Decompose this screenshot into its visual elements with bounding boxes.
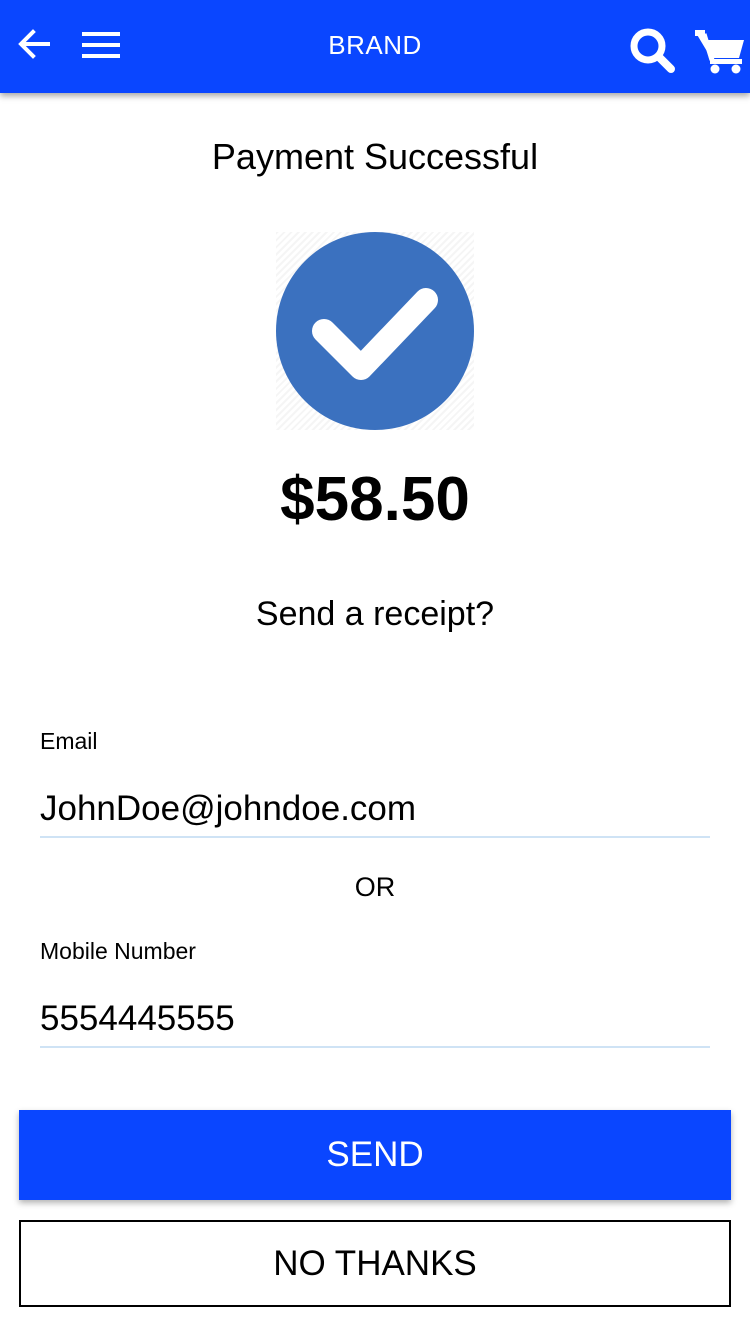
email-field[interactable] <box>40 782 710 838</box>
email-label: Email <box>40 728 98 754</box>
page-title: Payment Successful <box>211 136 539 177</box>
shopping-cart-icon[interactable] <box>694 26 746 74</box>
mobile-number-field[interactable] <box>40 992 710 1048</box>
send-button[interactable]: SEND <box>19 1110 731 1200</box>
payment-amount: $58.50 <box>280 465 470 534</box>
no-thanks-button[interactable]: NO THANKS <box>19 1220 731 1307</box>
receipt-prompt: Send a receipt? <box>255 595 495 633</box>
mobile-number-label: Mobile Number <box>40 938 196 964</box>
top-app-bar: BRAND <box>0 0 750 93</box>
check-circle-icon <box>276 232 474 430</box>
or-divider: OR <box>354 872 396 902</box>
search-icon[interactable] <box>628 26 676 74</box>
